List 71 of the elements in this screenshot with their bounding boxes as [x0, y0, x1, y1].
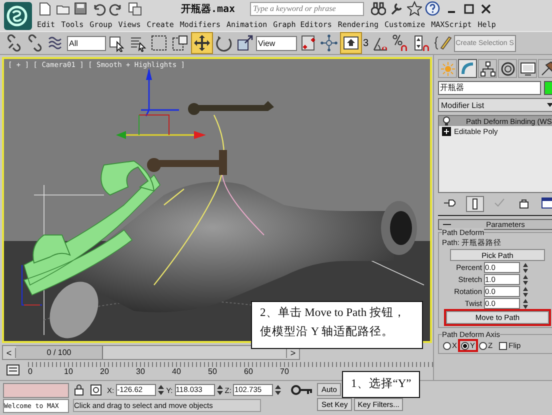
project-icon[interactable] — [127, 1, 142, 16]
create-icon — [440, 60, 456, 76]
radio-button[interactable] — [461, 342, 470, 350]
spinner-arrows-icon[interactable] — [522, 262, 529, 274]
spinner-arrows-icon[interactable] — [158, 384, 164, 396]
key-icon[interactable] — [291, 384, 314, 396]
motion-icon — [500, 60, 516, 76]
configure-sets-icon[interactable] — [540, 196, 552, 210]
command-panel-tab[interactable] — [478, 59, 497, 78]
search-field[interactable]: Type a keyword or phrase — [250, 2, 364, 16]
hammer-icon — [540, 60, 552, 76]
expand-icon — [442, 126, 451, 136]
show-end-result-icon[interactable] — [466, 196, 484, 212]
display-icon — [520, 60, 536, 76]
keyboard-shortcut-icon[interactable] — [340, 32, 362, 54]
annotation-callout: 2、单击 Move to Path 按钮，使模型沿 Y 轴适配路径。 — [251, 301, 423, 349]
hierarchy-icon — [480, 60, 496, 76]
command-panel-tab[interactable] — [498, 59, 517, 78]
manipulate-icon[interactable] — [319, 33, 339, 53]
selection-filter-dropdown[interactable]: All — [67, 36, 106, 50]
timeline-tick-label: 50 — [208, 366, 218, 378]
new-file-icon[interactable] — [37, 1, 52, 16]
timeline-tick-label: 0 — [28, 366, 34, 378]
spinner-snap-icon[interactable] — [412, 33, 432, 53]
command-panel-tab[interactable] — [538, 59, 552, 78]
mini-curve-editor-icon[interactable] — [6, 364, 20, 376]
absolute-mode-icon[interactable] — [90, 384, 102, 396]
rotate-icon[interactable] — [214, 33, 234, 53]
radio-button[interactable] — [443, 342, 451, 350]
maxscript-listener-field[interactable] — [3, 383, 69, 398]
save-icon[interactable] — [73, 1, 88, 16]
spinner-arrows-icon[interactable] — [275, 384, 282, 396]
help-icon[interactable] — [425, 1, 440, 16]
radio-button[interactable] — [479, 342, 488, 350]
annotation-callout: 1、选择“Y” — [342, 371, 420, 398]
spinner-arrows-icon[interactable] — [522, 286, 529, 298]
dropdown-arrow-icon — [546, 101, 552, 109]
window-crossing-icon[interactable] — [170, 33, 190, 53]
timeline-tick-label: 30 — [136, 366, 146, 378]
window-title: 开瓶器.max — [181, 2, 236, 16]
binoculars-icon[interactable] — [371, 1, 386, 16]
spinner-arrows-icon[interactable] — [522, 298, 529, 310]
command-panel-tab[interactable] — [518, 59, 537, 78]
timeline-tick-label: 40 — [172, 366, 182, 378]
command-panel-tab[interactable] — [458, 59, 477, 78]
snap-toggle[interactable]: 3 — [363, 38, 369, 48]
timeline-tick-label: 10 — [64, 366, 74, 378]
flip-checkbox[interactable] — [498, 342, 507, 350]
object-name-field[interactable]: 开瓶器 — [438, 81, 541, 95]
maximize-icon[interactable] — [464, 4, 474, 14]
redo-icon[interactable] — [109, 1, 124, 16]
modify-icon — [460, 60, 476, 76]
close-icon[interactable] — [481, 4, 492, 14]
region-select-icon[interactable] — [149, 33, 169, 53]
scale-icon[interactable] — [235, 33, 255, 53]
timeline-tick-label: 60 — [244, 366, 254, 378]
lock-icon[interactable] — [73, 384, 85, 396]
spinner-arrows-icon[interactable] — [522, 274, 529, 286]
reference-coordinate-dropdown[interactable]: View — [256, 36, 297, 50]
modifier-list-dropdown[interactable]: Modifier List — [438, 98, 552, 112]
timeline-tick-label: 20 — [100, 366, 110, 378]
light-bulb-icon — [442, 116, 451, 126]
wrench-icon[interactable] — [389, 1, 404, 16]
star-icon[interactable] — [407, 1, 422, 16]
spinner-arrows-icon[interactable] — [216, 384, 223, 396]
move-icon[interactable] — [191, 32, 213, 54]
modifier-list-label: Modifier List — [441, 100, 484, 110]
app-logo-icon[interactable] — [3, 0, 33, 30]
frame-counter[interactable]: 0 / 100 — [16, 346, 103, 360]
timeline-tick-label: 70 — [280, 366, 290, 378]
time-bar[interactable]: < 0 / 100 > — [2, 345, 300, 360]
